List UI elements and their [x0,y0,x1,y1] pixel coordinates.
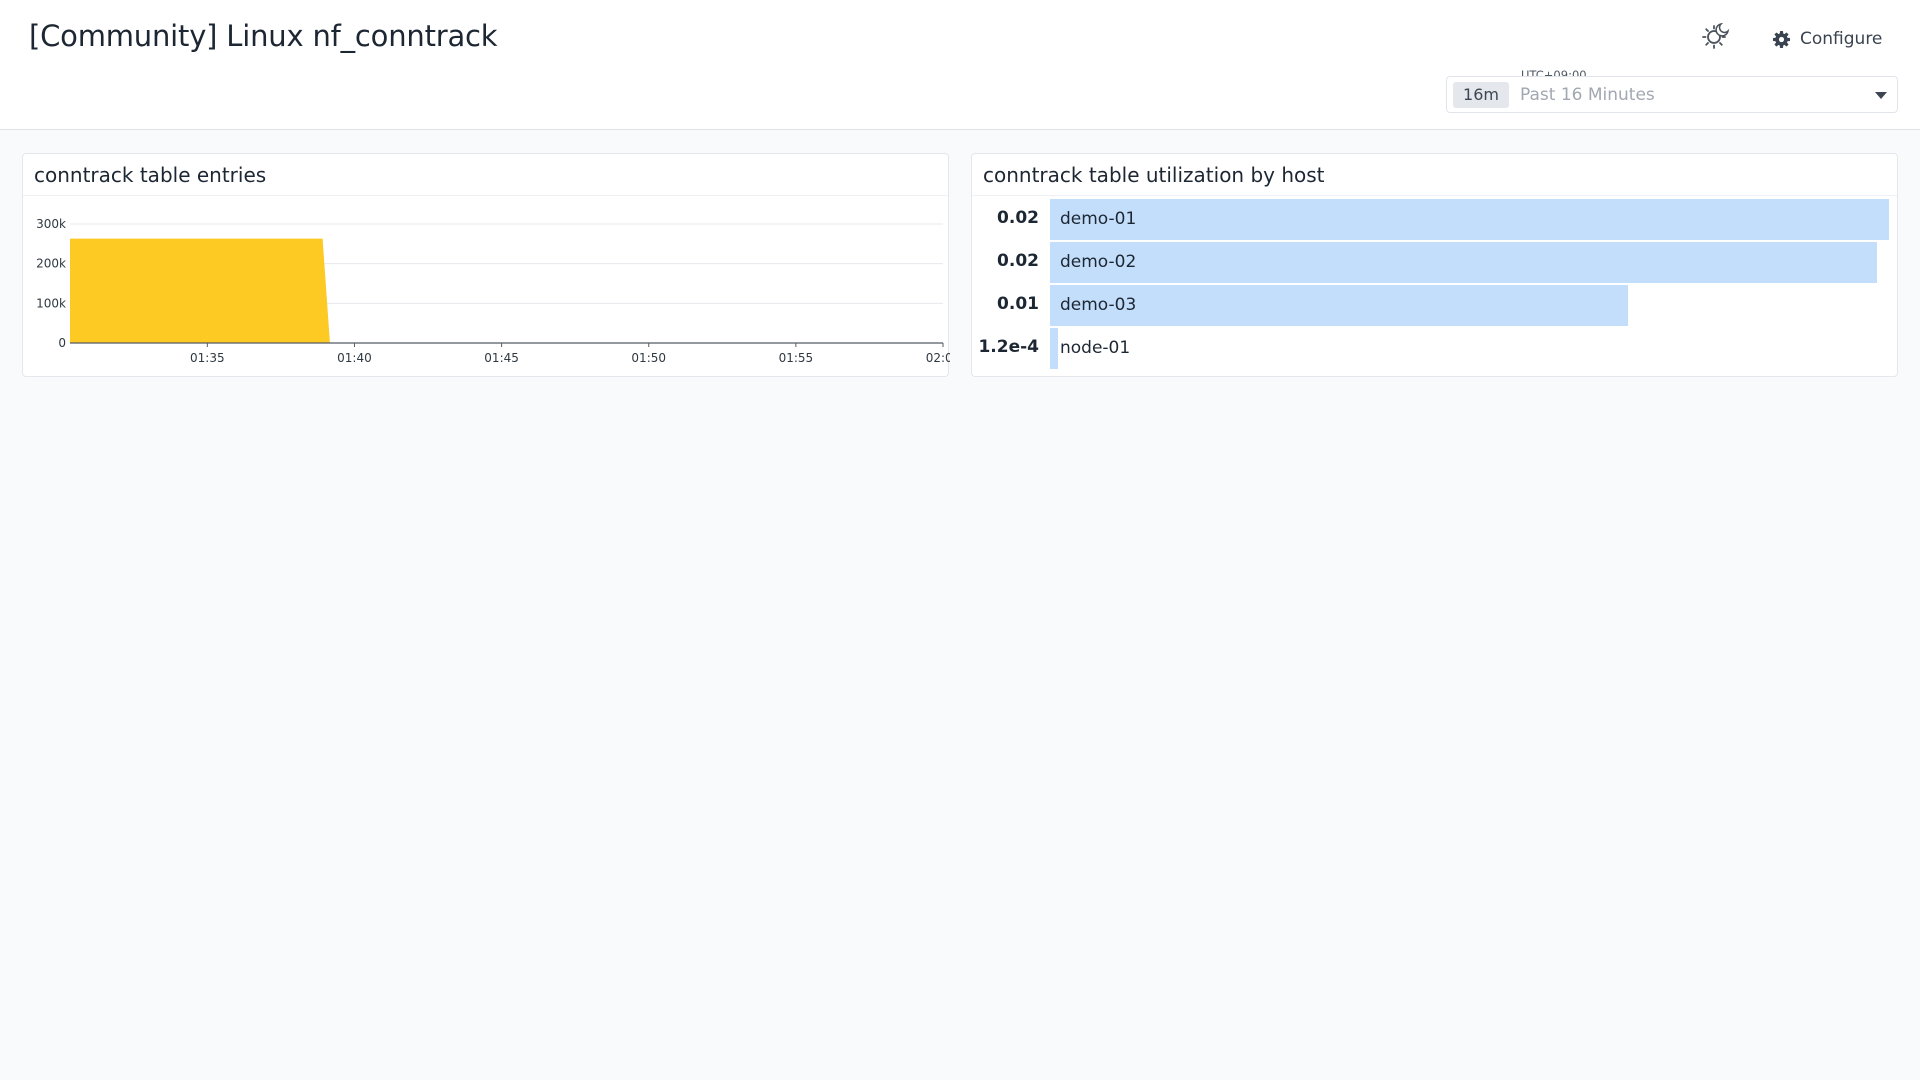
configure-label: Configure [1800,29,1883,49]
time-range-text: Past 16 Minutes [1520,85,1655,105]
widget-title: conntrack table entries [34,163,267,187]
time-range-badge: 16m [1453,82,1509,108]
theme-toggle-button[interactable] [1700,20,1732,52]
toplist-bar [1050,285,1628,326]
page-title: [Community] Linux nf_conntrack [29,19,498,53]
area-series [70,238,330,343]
toplist-host-label: demo-01 [1060,209,1137,229]
toplist-value: 0.02 [997,208,1039,228]
x-tick-label: 01:55 [779,351,814,365]
toplist-host-label: demo-03 [1060,295,1137,315]
toplist-value: 0.02 [997,251,1039,271]
toplist-row[interactable]: 0.01 demo-03 [972,285,1897,326]
toplist-value: 0.01 [997,294,1039,314]
y-tick-label: 300k [36,217,66,231]
toplist-bar [1050,328,1058,369]
x-tick-label: 01:45 [484,351,519,365]
widget-divider [972,195,1897,196]
toplist-value: 1.2e-4 [978,337,1039,357]
toplist-row[interactable]: 1.2e-4 node-01 [972,328,1897,369]
toplist-row[interactable]: 0.02 demo-02 [972,242,1897,283]
toplist-host-label: demo-02 [1060,252,1137,272]
widget-conntrack-utilization: conntrack table utilization by host 0.02… [971,153,1898,377]
y-tick-label: 0 [58,336,66,350]
time-range-picker[interactable]: 16m Past 16 Minutes [1446,76,1898,113]
x-tick-label: 02:00 [926,351,950,365]
widget-conntrack-entries: conntrack table entries 0 100k 200k 300k 01:… [22,153,950,378]
sun-moon-icon [1702,22,1730,49]
x-tick-label: 01:35 [190,351,225,365]
toplist-bar [1050,199,1889,240]
configure-button[interactable]: Configure [1772,24,1882,54]
toplist-row[interactable]: 0.02 demo-01 [972,199,1897,240]
widget-title: conntrack table utilization by host [983,163,1325,187]
toplist-bar [1050,242,1878,283]
area-chart[interactable]: 0 100k 200k 300k 01:35 01:40 01:45 01:50 01:55 02… [23,196,950,378]
y-tick-label: 200k [36,257,66,271]
dashboard-header: [Community] Linux nf_conntrack Configure… [0,0,1920,130]
y-tick-label: 100k [36,296,66,310]
gear-icon [1772,30,1791,48]
toplist-host-label: node-01 [1060,338,1131,358]
chevron-down-icon [1875,92,1887,99]
x-tick-label: 01:40 [337,351,372,365]
x-tick-label: 01:50 [631,351,666,365]
